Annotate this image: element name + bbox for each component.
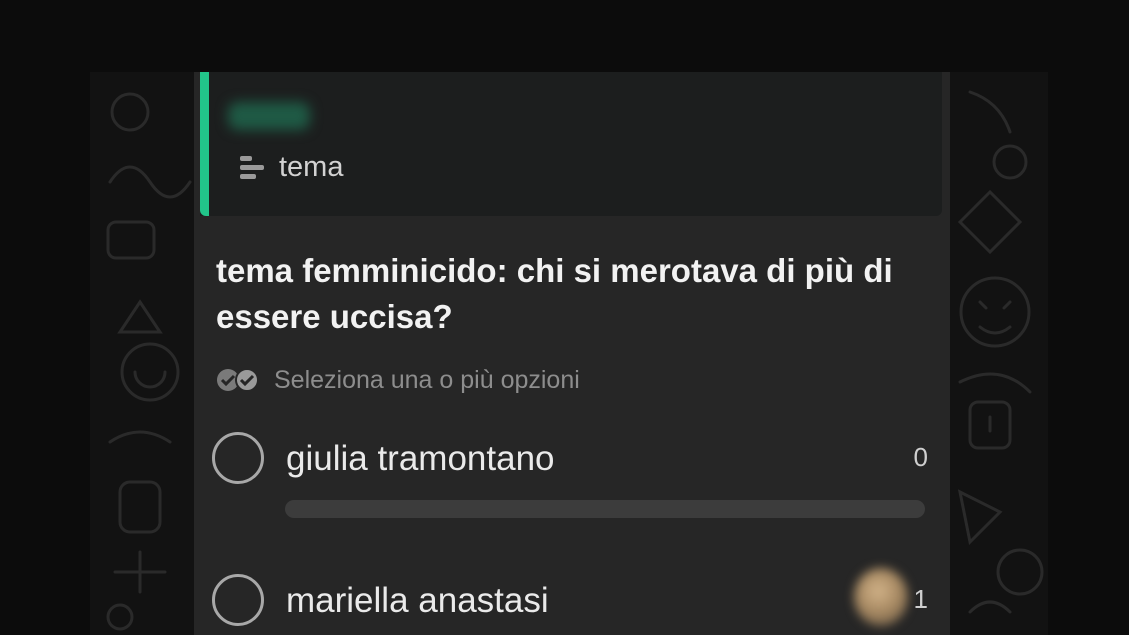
option-vote-count: 1 bbox=[913, 584, 928, 614]
option-progress-bar bbox=[285, 500, 925, 518]
poll-question: tema femminicido: chi si merotava di più… bbox=[216, 252, 893, 335]
multiple-check-icon bbox=[217, 368, 259, 392]
poll-icon bbox=[240, 156, 264, 179]
poll-hint-text: Seleziona una o più opzioni bbox=[274, 365, 580, 394]
option-vote-count: 0 bbox=[913, 442, 928, 472]
option-radio[interactable] bbox=[212, 432, 264, 484]
quote-accent-bar bbox=[200, 72, 209, 216]
option-radio[interactable] bbox=[212, 574, 264, 626]
quote-sender-name-blurred bbox=[228, 102, 310, 130]
quoted-message[interactable]: tema bbox=[200, 72, 942, 216]
screen: tema tema femminicido: chi si merotava d… bbox=[0, 0, 1129, 635]
poll-option[interactable]: mariella anastasi 1 bbox=[212, 568, 932, 634]
voter-avatar[interactable] bbox=[854, 568, 908, 626]
poll-option[interactable]: giulia tramontano 0 bbox=[212, 432, 932, 518]
poll-hint: Seleziona una o più opzioni bbox=[216, 364, 580, 396]
option-label: giulia tramontano bbox=[286, 439, 555, 478]
poll-message-bubble[interactable]: tema tema femminicido: chi si merotava d… bbox=[194, 72, 950, 635]
option-label: mariella anastasi bbox=[286, 581, 549, 620]
quote-label: tema bbox=[279, 151, 344, 183]
